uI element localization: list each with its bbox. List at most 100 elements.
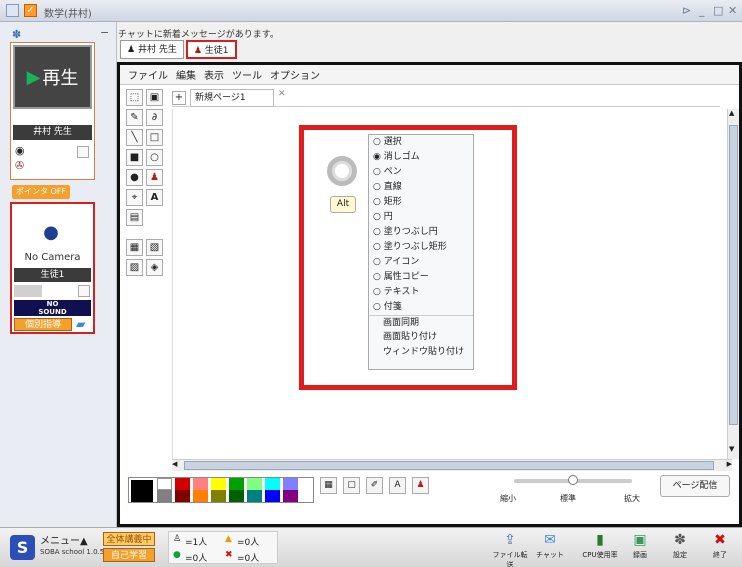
menu-tools[interactable]: ツール <box>232 67 262 82</box>
mute-toggle[interactable] <box>77 146 89 158</box>
color-teal[interactable] <box>247 490 262 502</box>
individual-instruction-button[interactable]: 個別指導 <box>14 318 72 331</box>
menu-edit[interactable]: 編集 <box>176 67 196 82</box>
menu-item-pen[interactable]: ○ ペン <box>369 165 473 180</box>
menu-item-select[interactable]: ○ 選択 <box>369 135 473 150</box>
color-orange[interactable] <box>193 490 208 502</box>
chat-notification[interactable]: チャットに新着メッセージがあります。 <box>118 27 279 40</box>
restore-icon[interactable]: ⊳ <box>682 4 691 17</box>
menu-item-line[interactable]: ○ 直線 <box>369 180 473 195</box>
menu-item-screen-paste[interactable]: 画面貼り付け <box>369 330 473 345</box>
color-dark-green[interactable] <box>229 490 244 502</box>
color-cyan[interactable] <box>265 478 280 490</box>
rectangle-tool-icon[interactable]: □ <box>146 129 163 146</box>
scroll-up-icon[interactable]: ▲ <box>729 109 734 117</box>
menu-view[interactable]: 表示 <box>204 67 224 82</box>
zoom-knob[interactable] <box>568 475 578 485</box>
color-maroon[interactable] <box>175 490 190 502</box>
camera-icon[interactable]: ◉ <box>15 144 25 157</box>
sticky-note-tool-icon[interactable]: ▤ <box>126 209 143 226</box>
copy-style-tool-icon[interactable]: ⌖ <box>126 189 143 206</box>
freehand-tool-icon[interactable]: ∂ <box>146 109 163 126</box>
scroll-down-icon[interactable]: ▼ <box>729 445 734 453</box>
circle-tool-icon[interactable]: ○ <box>146 149 163 166</box>
color-red[interactable] <box>175 478 190 490</box>
screen-sync-icon[interactable]: ▦ <box>126 239 143 256</box>
color-green[interactable] <box>229 478 244 490</box>
pen-tool-icon[interactable]: ✎ <box>126 109 143 126</box>
stamp-icon[interactable]: ♟ <box>412 477 429 494</box>
cpu-usage-button[interactable]: ▮ CPU使用率 <box>580 530 620 566</box>
menu-item-copy-style[interactable]: ○ 属性コピー <box>369 270 473 285</box>
select-tool-icon[interactable]: ⬚ <box>126 89 143 106</box>
file-transfer-button[interactable]: ⇪ ファイル転送 <box>490 530 530 567</box>
menu-item-filled-rectangle[interactable]: ○ 塗りつぶし矩形 <box>369 240 473 255</box>
filled-circle-tool-icon[interactable]: ● <box>126 169 143 186</box>
stamp-tool-icon[interactable]: ♟ <box>146 169 163 186</box>
chat-bubble-icon[interactable]: ▰ <box>76 317 85 331</box>
maximize-icon[interactable]: □ <box>713 4 723 17</box>
collapse-icon[interactable]: − <box>100 26 109 39</box>
horizontal-scrollbar[interactable]: ◀ ▶ <box>172 459 732 471</box>
color-blue[interactable] <box>265 490 280 502</box>
color-light-green[interactable] <box>247 478 262 490</box>
close-icon[interactable]: ✕ <box>728 4 737 17</box>
color-pink[interactable] <box>193 478 208 490</box>
color-olive[interactable] <box>211 490 226 502</box>
menu-item-filled-circle[interactable]: ○ 塗りつぶし円 <box>369 225 473 240</box>
hscroll-thumb[interactable] <box>184 461 714 470</box>
lecture-mode-badge[interactable]: 全体講義中 <box>103 532 155 546</box>
scroll-left-icon[interactable]: ◀ <box>172 460 177 468</box>
student-mute-toggle[interactable] <box>78 285 90 297</box>
settings-button[interactable]: ✽ 設定 <box>660 530 700 566</box>
send-page-button[interactable]: ページ配信 <box>660 475 730 497</box>
scroll-right-icon[interactable]: ▶ <box>727 460 732 468</box>
color-gray[interactable] <box>157 490 172 502</box>
color-light-blue[interactable] <box>283 478 298 490</box>
pointer-toggle-button[interactable]: ポインタ OFF <box>12 185 70 199</box>
highlighter-icon[interactable]: ✐ <box>366 477 383 494</box>
color-white[interactable] <box>157 478 172 490</box>
vertical-scrollbar[interactable]: ▲ ▼ <box>727 109 739 459</box>
menu-options[interactable]: オプション <box>270 67 320 82</box>
volume-slider[interactable] <box>14 285 42 297</box>
menu-item-screen-sync[interactable]: 画面同期 <box>369 315 473 330</box>
scroll-thumb[interactable] <box>729 125 738 425</box>
minimize-icon[interactable]: _ <box>699 4 705 17</box>
color-yellow[interactable] <box>211 478 226 490</box>
menu-item-window-paste[interactable]: ウィンドウ貼り付け <box>369 345 473 360</box>
current-color-swatch[interactable] <box>131 480 153 502</box>
window-paste-icon[interactable]: ▨ <box>126 259 143 276</box>
menu-item-text[interactable]: ○ テキスト <box>369 285 473 300</box>
eraser-tool-icon[interactable]: ▣ <box>146 89 163 106</box>
self-study-button[interactable]: 自己学習 <box>103 548 155 562</box>
main-menu-button[interactable]: メニュー▲ <box>40 532 88 547</box>
text-tool-icon[interactable]: A <box>146 189 163 206</box>
close-tab-icon[interactable]: ✕ <box>278 89 286 99</box>
tab-student[interactable]: ♟ 生徒1 <box>185 40 237 59</box>
zoom-slider[interactable]: 縮小 標準 拡大 <box>500 473 660 507</box>
menu-file[interactable]: ファイル <box>128 67 168 82</box>
whiteboard-canvas[interactable]: Alt ○ 選択 ◉ 消しゴム ○ ペン ○ 直線 ○ 矩形 ○ 円 ○ 塗りつ… <box>172 109 732 459</box>
checkbox-icon[interactable]: ✓ <box>24 4 37 17</box>
exit-button[interactable]: ✖ 終了 <box>700 530 740 566</box>
line-tool-icon[interactable]: ╲ <box>126 129 143 146</box>
filled-rect-tool-icon[interactable]: ■ <box>126 149 143 166</box>
menu-item-sticky[interactable]: ○ 付箋 <box>369 300 473 315</box>
page-icon[interactable]: ▢ <box>343 477 360 494</box>
tab-page-1[interactable]: 新規ページ1 <box>190 89 274 107</box>
alt-button[interactable]: Alt <box>330 196 356 213</box>
record-button[interactable]: ▣ 録画 <box>620 530 660 566</box>
image-icon[interactable]: ▦ <box>320 477 337 494</box>
color-purple[interactable] <box>283 490 298 502</box>
chat-button[interactable]: ✉ チャット <box>530 530 570 566</box>
menu-item-icon[interactable]: ○ アイコン <box>369 255 473 270</box>
layer-icon[interactable]: ◈ <box>146 259 163 276</box>
menu-item-circle[interactable]: ○ 円 <box>369 210 473 225</box>
tab-teacher[interactable]: ♟ 井村 先生 <box>120 40 184 59</box>
add-page-icon[interactable]: + <box>172 91 186 105</box>
menu-item-eraser[interactable]: ◉ 消しゴム <box>369 150 473 165</box>
text-box-icon[interactable]: A <box>389 477 406 494</box>
microphone-icon[interactable]: ✇ <box>15 159 24 172</box>
screen-paste-icon[interactable]: ▧ <box>146 239 163 256</box>
